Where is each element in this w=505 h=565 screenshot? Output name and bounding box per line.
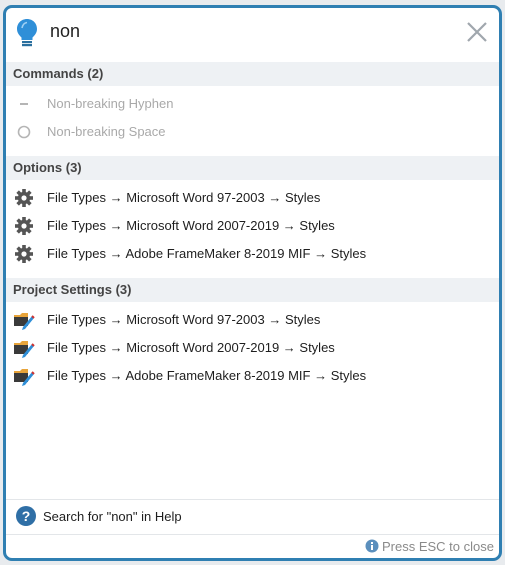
section-options: Options (3) [6, 156, 499, 180]
hyphen-icon [20, 103, 28, 105]
project-item-framemaker-mif[interactable]: File Types → Adobe FrameMaker 8-2019 MIF… [6, 362, 499, 390]
section-commands: Commands (2) [6, 62, 499, 86]
info-icon [365, 539, 379, 553]
gear-icon [15, 189, 33, 207]
command-item-non-breaking-hyphen[interactable]: Non-breaking Hyphen [6, 90, 499, 118]
search-row [6, 8, 499, 60]
command-item-non-breaking-space[interactable]: Non-breaking Space [6, 118, 499, 146]
option-item-word-2007-2019[interactable]: File Types → Microsoft Word 2007-2019 → … [6, 212, 499, 240]
search-help-button[interactable]: ? Search for "non" in Help [6, 500, 499, 534]
section-options-title: Options [13, 160, 63, 175]
project-item-word-97-2003[interactable]: File Types → Microsoft Word 97-2003 → St… [6, 306, 499, 334]
option-label: File Types → Microsoft Word 97-2003 → St… [47, 190, 321, 205]
space-circle-icon [17, 125, 31, 139]
project-settings-icon [14, 341, 35, 358]
option-label: File Types → Adobe FrameMaker 8-2019 MIF… [47, 246, 367, 261]
gear-icon [15, 217, 33, 235]
command-label: Non-breaking Space [47, 124, 166, 139]
project-label: File Types → Adobe FrameMaker 8-2019 MIF… [47, 368, 367, 383]
section-commands-count: (2) [87, 66, 104, 81]
project-settings-icon [14, 313, 35, 330]
project-settings-icon [14, 369, 35, 386]
project-label: File Types → Microsoft Word 2007-2019 → … [47, 340, 335, 355]
section-project-settings: Project Settings (3) [6, 278, 499, 302]
option-item-framemaker-mif[interactable]: File Types → Adobe FrameMaker 8-2019 MIF… [6, 240, 499, 268]
search-help-label: Search for "non" in Help [43, 509, 182, 524]
command-label: Non-breaking Hyphen [47, 96, 174, 111]
project-item-word-2007-2019[interactable]: File Types → Microsoft Word 2007-2019 → … [6, 334, 499, 362]
search-input[interactable] [50, 21, 430, 42]
section-commands-title: Commands [13, 66, 84, 81]
close-icon[interactable] [466, 21, 488, 43]
footer: Press ESC to close [6, 535, 499, 558]
section-options-count: (3) [65, 160, 82, 175]
gear-icon [15, 245, 33, 263]
option-item-word-97-2003[interactable]: File Types → Microsoft Word 97-2003 → St… [6, 184, 499, 212]
svg-text:?: ? [22, 508, 31, 524]
section-project-title: Project Settings [13, 282, 112, 297]
quick-search-panel: Commands (2) Non-breaking Hyphen Non-bre… [3, 5, 502, 561]
help-circle-icon: ? [16, 506, 36, 526]
option-label: File Types → Microsoft Word 2007-2019 → … [47, 218, 335, 233]
footer-hint: Press ESC to close [382, 539, 494, 554]
lightbulb-icon [17, 19, 37, 47]
section-project-count: (3) [115, 282, 132, 297]
project-label: File Types → Microsoft Word 97-2003 → St… [47, 312, 321, 327]
